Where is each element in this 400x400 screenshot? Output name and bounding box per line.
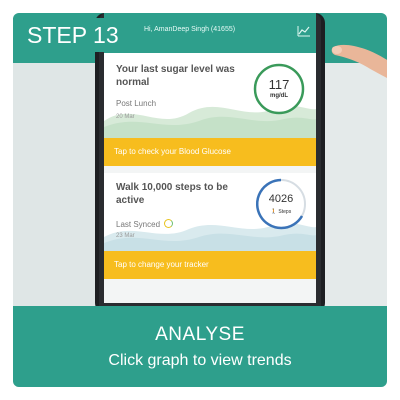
tutorial-card: STEP 13 Hi, AmanDeep Singh (41655) Your … xyxy=(13,13,387,387)
graph-icon[interactable] xyxy=(297,25,311,37)
step-badge: STEP 13 xyxy=(13,18,142,52)
sugar-meal: Post Lunch xyxy=(116,99,157,108)
sugar-value: 117 xyxy=(268,77,290,92)
walk-icon: 🚶 xyxy=(270,209,278,215)
steps-unit: 🚶 Steps xyxy=(251,209,311,215)
steps-value: 4026 xyxy=(268,193,294,205)
steps-card[interactable]: Walk 10,000 steps to be active Last Sync… xyxy=(104,173,316,255)
steps-date: 23 Mar xyxy=(116,233,135,239)
pointing-hand-icon xyxy=(331,44,387,78)
right-background xyxy=(325,63,387,307)
change-tracker-button[interactable]: Tap to change your tracker xyxy=(104,251,316,279)
steps-synced: Last Synced xyxy=(116,219,174,229)
phone-screen: Hi, AmanDeep Singh (41655) Your last sug… xyxy=(104,13,316,303)
sync-icon xyxy=(164,219,174,228)
sugar-title: Your last sugar level was normal xyxy=(116,64,235,88)
left-background xyxy=(13,63,95,307)
steps-title: Walk 10,000 steps to be active xyxy=(116,182,228,206)
footer-subtitle: Click graph to view trends xyxy=(108,352,292,369)
greeting-text: Hi, AmanDeep Singh (41655) xyxy=(144,26,236,33)
steps-unit-label: Steps xyxy=(278,209,292,215)
last-synced-label: Last Synced xyxy=(116,220,161,229)
sugar-card[interactable]: Your last sugar level was normal Post Lu… xyxy=(104,53,316,139)
footer-banner: ANALYSE Click graph to view trends xyxy=(13,306,387,387)
footer-title: ANALYSE xyxy=(155,324,245,345)
sugar-unit: mg/dL xyxy=(270,93,288,99)
sugar-date: 20 Mar xyxy=(116,114,135,120)
check-glucose-button[interactable]: Tap to check your Blood Glucose xyxy=(104,138,316,166)
